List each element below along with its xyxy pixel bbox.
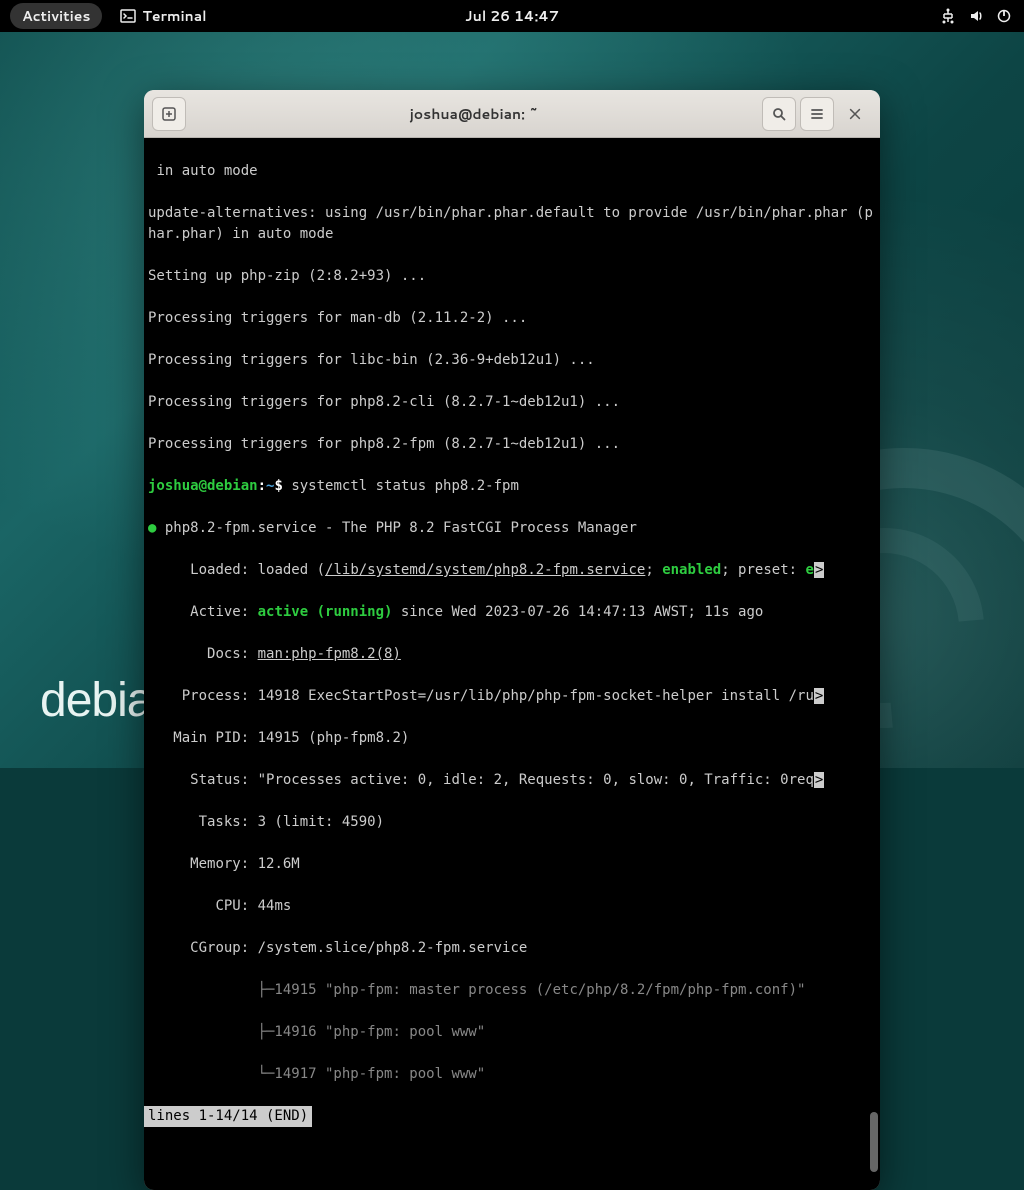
- terminal-body[interactable]: in auto mode update-alternatives: using …: [144, 138, 880, 1190]
- system-tray[interactable]: [940, 8, 1012, 24]
- output-line: Processing triggers for php8.2-cli (8.2.…: [144, 392, 880, 413]
- scrollbar-thumb[interactable]: [870, 1112, 878, 1172]
- new-tab-button[interactable]: [152, 97, 186, 131]
- active-line: Active: active (running) since Wed 2023-…: [144, 602, 880, 623]
- docs-line: Docs: man:php-fpm8.2(8): [144, 644, 880, 665]
- loaded-line: Loaded: loaded (/lib/systemd/system/php8…: [144, 560, 880, 581]
- prompt-line: joshua@debian:~$ systemctl status php8.2…: [144, 476, 880, 497]
- output-line: update-alternatives: using /usr/bin/phar…: [144, 203, 880, 245]
- mainpid-line: Main PID: 14915 (php-fpm8.2): [144, 728, 880, 749]
- hamburger-menu-button[interactable]: [800, 97, 834, 131]
- terminal-window: joshua@debian: ~ in auto mode update-alt…: [144, 90, 880, 1190]
- tasks-line: Tasks: 3 (limit: 4590): [144, 812, 880, 833]
- window-titlebar[interactable]: joshua@debian: ~: [144, 90, 880, 138]
- pager-status-line: lines 1-14/14 (END): [144, 1106, 880, 1127]
- clock[interactable]: Jul 26 14:47: [465, 6, 559, 26]
- prompt-user-host: joshua@debian: [148, 478, 258, 494]
- status-line: Status: "Processes active: 0, idle: 2, R…: [144, 770, 880, 791]
- active-app-indicator[interactable]: Terminal: [120, 6, 206, 26]
- volume-icon[interactable]: [968, 8, 984, 24]
- activities-button[interactable]: Activities: [10, 3, 102, 29]
- memory-line: Memory: 12.6M: [144, 854, 880, 875]
- window-title: joshua@debian: ~: [190, 104, 758, 124]
- truncation-indicator: >: [814, 772, 824, 788]
- cgroup-tree-line: ├─14915 "php-fpm: master process (/etc/p…: [144, 980, 880, 1001]
- process-line: Process: 14918 ExecStartPost=/usr/lib/ph…: [144, 686, 880, 707]
- active-app-name: Terminal: [142, 6, 206, 26]
- service-header: ● php8.2-fpm.service - The PHP 8.2 FastC…: [144, 518, 880, 539]
- network-icon[interactable]: [940, 8, 956, 24]
- truncation-indicator: >: [814, 562, 824, 578]
- output-line: Processing triggers for php8.2-fpm (8.2.…: [144, 434, 880, 455]
- search-button[interactable]: [762, 97, 796, 131]
- output-line: in auto mode: [144, 161, 880, 182]
- cgroup-line: CGroup: /system.slice/php8.2-fpm.service: [144, 938, 880, 959]
- gnome-top-bar: Activities Terminal Jul 26 14:47: [0, 0, 1024, 32]
- close-button[interactable]: [838, 97, 872, 131]
- output-line: Setting up php-zip (2:8.2+93) ...: [144, 266, 880, 287]
- terminal-scrollbar[interactable]: [868, 138, 878, 1190]
- cgroup-tree-line: ├─14916 "php-fpm: pool www": [144, 1022, 880, 1043]
- output-line: Processing triggers for libc-bin (2.36-9…: [144, 350, 880, 371]
- power-icon[interactable]: [996, 8, 1012, 24]
- truncation-indicator: >: [814, 688, 824, 704]
- cgroup-tree-line: └─14917 "php-fpm: pool www": [144, 1064, 880, 1085]
- cpu-line: CPU: 44ms: [144, 896, 880, 917]
- output-line: Processing triggers for man-db (2.11.2-2…: [144, 308, 880, 329]
- command-text: systemctl status php8.2-fpm: [291, 478, 519, 494]
- terminal-app-icon: [120, 8, 136, 24]
